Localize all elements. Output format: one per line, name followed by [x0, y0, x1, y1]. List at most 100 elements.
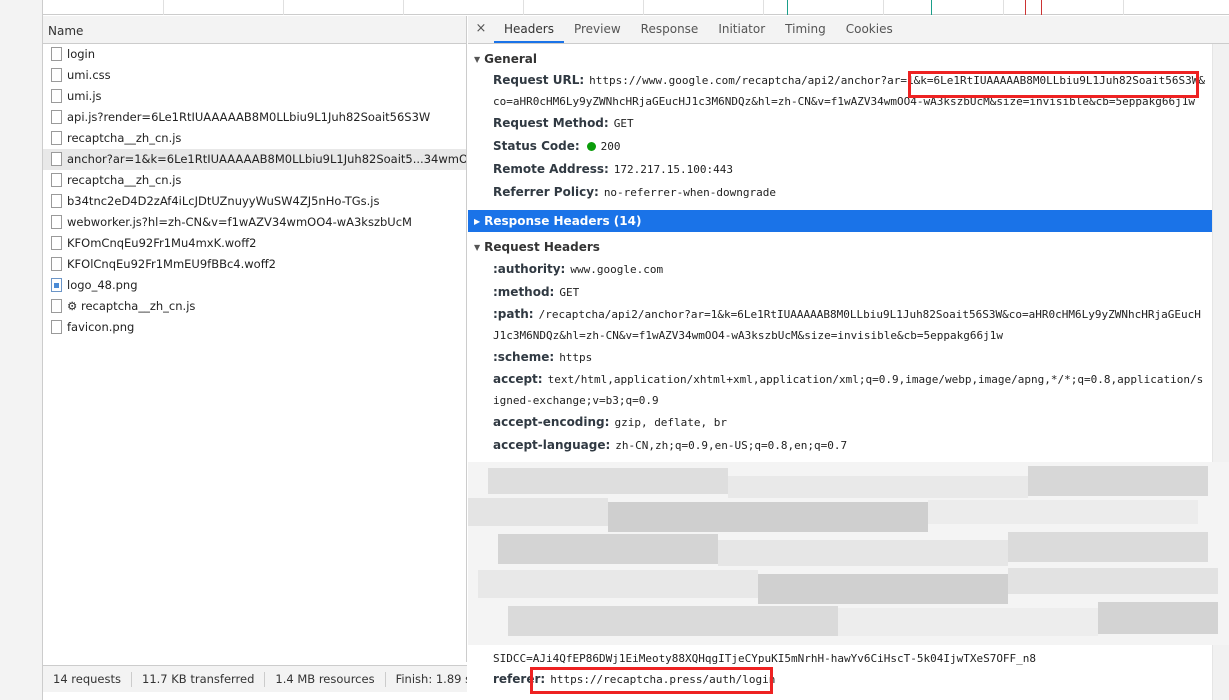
request-name: recaptcha__zh_cn.js: [67, 131, 182, 145]
status-code-label: Status Code:: [493, 139, 580, 153]
authority-row: :authority: www.google.com: [468, 258, 1212, 281]
request-row[interactable]: umi.js: [43, 86, 466, 107]
timeline-marker: [1041, 0, 1042, 15]
accept-value: text/html,application/xhtml+xml,applicat…: [493, 373, 1204, 407]
timeline-grid-line: [1123, 0, 1124, 15]
timeline-marker: [1025, 0, 1026, 15]
triangle-down-icon: ▼: [474, 55, 481, 64]
image-icon: [51, 278, 62, 292]
accept-label: accept:: [493, 372, 543, 386]
request-row[interactable]: ⚙ recaptcha__zh_cn.js: [43, 296, 466, 317]
file-icon: [51, 173, 62, 187]
request-list: Name login umi.css umi.js api.js?render=6Le…: [43, 16, 467, 662]
accept-language-value: zh-CN,zh;q=0.9,en-US;q=0.8,en;q=0.7: [615, 439, 848, 452]
requests-count: 14 requests: [43, 671, 132, 687]
general-section-title: General: [484, 52, 537, 66]
request-row[interactable]: recaptcha__zh_cn.js: [43, 170, 466, 191]
request-row[interactable]: recaptcha__zh_cn.js: [43, 128, 466, 149]
file-icon: [51, 110, 62, 124]
request-headers-title: Request Headers: [484, 240, 600, 254]
referer-row: referer: https://recaptcha.press/auth/log…: [468, 668, 1212, 691]
timeline-grid-line: [403, 0, 404, 15]
tab-cookies[interactable]: Cookies: [836, 16, 903, 43]
file-icon: [51, 215, 62, 229]
request-headers-section-toggle[interactable]: ▼ Request Headers: [468, 236, 1212, 258]
file-icon: [51, 131, 62, 145]
remote-address-value: 172.217.15.100:443: [613, 163, 734, 176]
response-headers-section-toggle[interactable]: ▶ Response Headers (14): [468, 210, 1212, 232]
method-value: GET: [559, 286, 580, 299]
request-name: umi.js: [67, 89, 102, 103]
scheme-label: :scheme:: [493, 350, 555, 364]
request-name: umi.css: [67, 68, 111, 82]
network-status-bar: 14 requests 11.7 KB transferred 1.4 MB r…: [43, 665, 467, 692]
referrer-policy-label: Referrer Policy:: [493, 185, 599, 199]
tab-response[interactable]: Response: [631, 16, 709, 43]
left-gutter: [0, 0, 43, 700]
tab-headers[interactable]: Headers: [494, 16, 564, 43]
request-name: ⚙ recaptcha__zh_cn.js: [67, 299, 196, 313]
path-row: :path:/recaptcha/api2/anchor?ar=1&k=6Le1…: [468, 304, 1212, 346]
response-headers-title: Response Headers (14): [484, 214, 642, 228]
file-icon: [51, 47, 62, 61]
redacted-cookie-area: [468, 462, 1229, 645]
triangle-right-icon: ▶: [474, 217, 481, 226]
method-row: :method: GET: [468, 281, 1212, 304]
request-row[interactable]: login: [43, 44, 466, 65]
request-row[interactable]: b34tnc2eD4D2zAf4iLcJDtUZnuyyWuSW4ZJ5nHo-…: [43, 191, 466, 212]
request-method-value: GET: [613, 117, 634, 130]
request-row[interactable]: api.js?render=6Le1RtIUAAAAAB8M0LLbiu9L1J…: [43, 107, 466, 128]
timeline-marker: [787, 0, 788, 15]
tab-preview[interactable]: Preview: [564, 16, 631, 43]
timeline-grid-line: [283, 0, 284, 15]
method-label: :method:: [493, 285, 555, 299]
accept-row: accept: text/html,application/xhtml+xml,a…: [468, 369, 1212, 411]
resources-size: 1.4 MB resources: [265, 671, 386, 687]
path-label: :path:: [493, 307, 534, 321]
name-column-header[interactable]: Name: [43, 16, 466, 44]
file-icon: [51, 299, 62, 313]
timeline-grid-line: [883, 0, 884, 15]
request-name: anchor?ar=1&k=6Le1RtIUAAAAAB8M0LLbiu9L1J…: [67, 152, 466, 166]
referrer-policy-row: Referrer Policy: no-referrer-when-downgra…: [468, 181, 1212, 204]
status-ok-icon: [586, 142, 596, 151]
close-icon[interactable]: ×: [468, 16, 494, 43]
request-name: KFOmCnqEu92Fr1Mu4mxK.woff2: [67, 236, 257, 250]
request-row[interactable]: webworker.js?hl=zh-CN&v=f1wAZV34wmOO4-wA…: [43, 212, 466, 233]
accept-language-row: accept-language: zh-CN,zh;q=0.9,en-US;q=0…: [468, 434, 1212, 457]
timeline-marker: [931, 0, 932, 15]
file-icon: [51, 68, 62, 82]
finish-time: Finish: 1.89 s: [386, 672, 467, 687]
file-icon: [51, 152, 62, 166]
request-row[interactable]: KFOmCnqEu92Fr1Mu4mxK.woff2: [43, 233, 466, 254]
tab-initiator[interactable]: Initiator: [708, 16, 775, 43]
accept-language-label: accept-language:: [493, 438, 611, 452]
timeline-grid-line: [523, 0, 524, 15]
request-url-value: https://www.google.com/recaptcha/api2/an…: [493, 74, 1206, 108]
scheme-value: https: [559, 351, 593, 364]
request-row[interactable]: anchor?ar=1&k=6Le1RtIUAAAAAB8M0LLbiu9L1J…: [43, 149, 466, 170]
referer-value: https://recaptcha.press/auth/login: [550, 673, 776, 686]
network-overview-timeline[interactable]: [43, 0, 1229, 15]
request-url-label: Request URL:: [493, 73, 585, 87]
request-row[interactable]: favicon.png: [43, 317, 466, 338]
file-icon: [51, 194, 62, 208]
request-row[interactable]: umi.css: [43, 65, 466, 86]
request-row[interactable]: logo_48.png: [43, 275, 466, 296]
accept-encoding-label: accept-encoding:: [493, 415, 610, 429]
scheme-row: :scheme: https: [468, 346, 1212, 369]
triangle-down-icon: ▼: [474, 243, 481, 252]
headers-content: ▼ General Request URL: https://www.google.…: [468, 44, 1212, 457]
file-icon: [51, 236, 62, 250]
accept-encoding-value: gzip, deflate, br: [614, 416, 728, 429]
general-section-toggle[interactable]: ▼ General: [468, 48, 1212, 70]
file-icon: [51, 257, 62, 271]
timeline-grid-line: [763, 0, 764, 15]
request-row[interactable]: KFOlCnqEu92Fr1MmEU9fBBc4.woff2: [43, 254, 466, 275]
referer-label: referer:: [493, 672, 546, 686]
request-name: favicon.png: [67, 320, 135, 334]
referrer-policy-value: no-referrer-when-downgrade: [603, 186, 776, 199]
remote-address-row: Remote Address: 172.217.15.100:443: [468, 158, 1212, 181]
tab-timing[interactable]: Timing: [775, 16, 836, 43]
request-rows: login umi.css umi.js api.js?render=6Le1RtIU…: [43, 44, 466, 338]
